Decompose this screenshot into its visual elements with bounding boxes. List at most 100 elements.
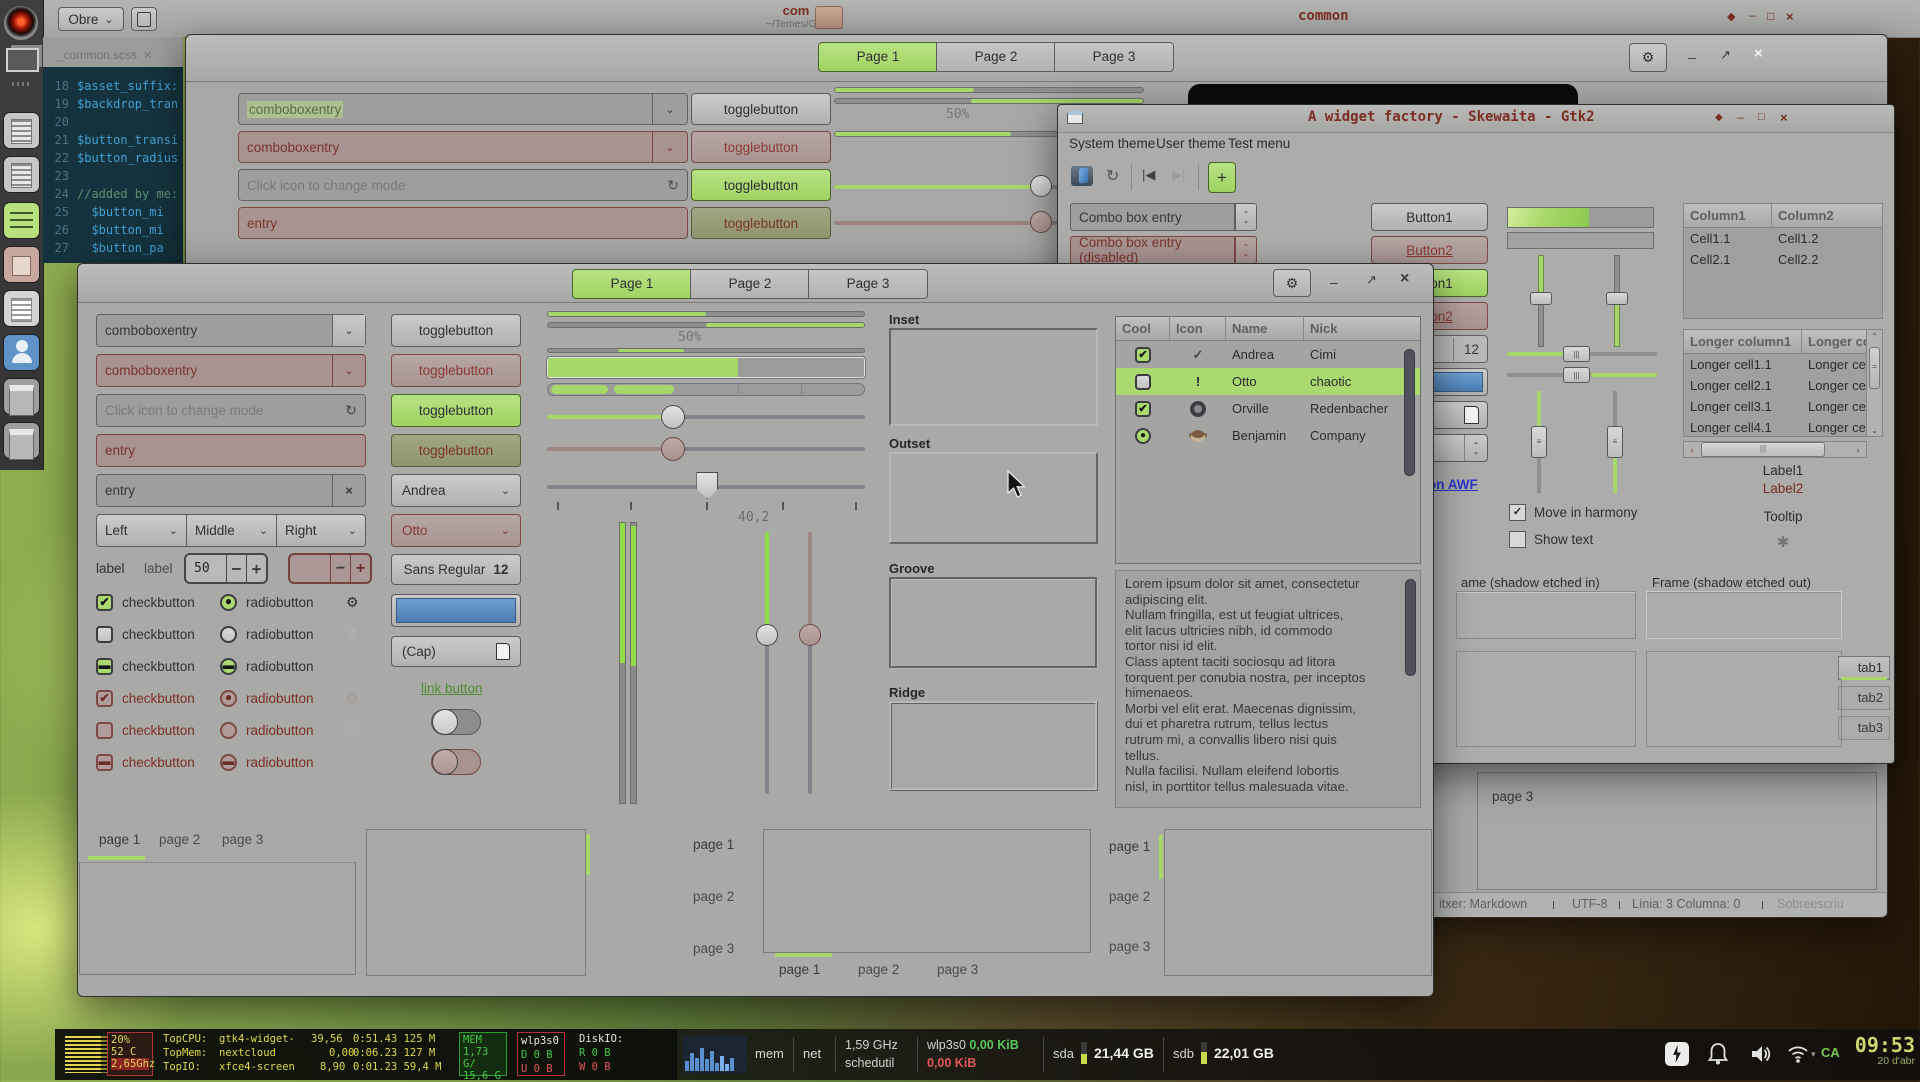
fg-comboboxentry[interactable]: comboboxentry ⌄ [96, 314, 366, 347]
vscale-knob[interactable] [1606, 292, 1628, 305]
nb-tab-page2[interactable]: page 2 [1109, 889, 1150, 904]
cell[interactable]: Cell1.1 [1684, 228, 1772, 249]
cell[interactable]: Longer cell1.1 [1684, 354, 1802, 375]
fg-tab-page2[interactable]: Page 2 [690, 269, 810, 299]
vscale-knob[interactable] [1530, 292, 1552, 305]
cell-name[interactable]: Orville [1226, 398, 1304, 419]
fg-maximize-icon[interactable]: ↗ [1366, 272, 1377, 288]
gtk2-link[interactable]: on AWF [1428, 477, 1478, 492]
cell-name[interactable]: Otto [1226, 371, 1304, 392]
nb-tab-page3[interactable]: page 3 [693, 941, 734, 956]
fg-spinbutton[interactable]: 50 − + [184, 553, 268, 584]
radio-selected[interactable]: ● [220, 594, 237, 611]
bg-tab-page3[interactable]: Page 3 [1054, 42, 1174, 72]
fg-window-header[interactable]: Page 1 Page 2 Page 3 ⚙ – ↗ × [78, 264, 1433, 303]
bg-tab-page2[interactable]: Page 2 [936, 42, 1056, 72]
nb-tab-page2[interactable]: page 2 [693, 889, 734, 904]
tab-close-icon[interactable]: ✕ [143, 49, 152, 62]
stick-window-icon[interactable]: ◆ [1715, 112, 1723, 123]
spin-value[interactable]: 50 [186, 561, 210, 576]
add-button[interactable]: + [1208, 162, 1236, 193]
network-plugin[interactable]: wlp3s0 0,00 KiB 0,00 KiB [927, 1036, 1019, 1072]
combo-arrow[interactable]: ⌄ [332, 315, 365, 346]
fg-minimize-icon[interactable]: – [1330, 274, 1338, 290]
column-header-icon[interactable]: Icon [1170, 317, 1226, 340]
tray-caret-icon[interactable]: ▾ [1811, 1049, 1816, 1060]
scroll-thumb[interactable]: ||| [1701, 442, 1825, 457]
refresh-icon[interactable]: ↻ [1106, 166, 1119, 186]
gtk2-hslider-1[interactable]: ||| [1507, 345, 1657, 363]
dock-item-invoice-2[interactable] [3, 156, 40, 193]
fg-font-button[interactable]: Sans Regular12 [391, 554, 521, 585]
lorem-text[interactable]: Lorem ipsum dolor sit amet, consectetur … [1116, 571, 1420, 799]
vslider-grip[interactable]: ≡ [1531, 426, 1547, 458]
gear-icon[interactable]: ⚙ [346, 594, 359, 611]
tree-scrollbar[interactable] [1404, 349, 1415, 476]
gtk2-vslider-2[interactable]: ≡ [1606, 391, 1624, 493]
close-icon[interactable]: × [1780, 110, 1788, 125]
fg-scale-marks[interactable] [547, 472, 865, 512]
checkbox-checked-icon[interactable]: ✓ [1509, 504, 1526, 521]
refresh-icon[interactable]: ↻ [667, 177, 679, 194]
bg-mode-entry[interactable]: Click icon to change mode ↻ [238, 169, 688, 201]
gtk2-check-harmony[interactable]: ✓ Move in harmony [1509, 504, 1638, 521]
tree-row-selected[interactable]: ! Otto chaotic [1116, 368, 1420, 395]
cpu-freq-plugin[interactable]: 1,59 GHz schedutil [845, 1036, 898, 1072]
fg-name-combo[interactable]: Andrea⌄ [391, 474, 521, 507]
bg-maximize-icon[interactable]: ↗ [1720, 47, 1731, 63]
wifi-icon[interactable] [1787, 1044, 1809, 1064]
stick-window-icon[interactable]: ◆ [1727, 10, 1735, 23]
nb-tab-page3[interactable]: page 3 [222, 832, 263, 847]
vertical-scrollbar[interactable]: ⌃ = ⌄ [1866, 330, 1882, 436]
column-header-cool[interactable]: Cool [1116, 317, 1170, 340]
text-scrollbar[interactable] [1405, 579, 1416, 676]
cell-nick[interactable]: Company [1304, 425, 1420, 446]
gtk2-vscale-left[interactable] [1530, 255, 1552, 347]
menu-test-menu[interactable]: Test menu [1228, 136, 1290, 151]
dock-handle[interactable] [12, 82, 30, 86]
spin-minus[interactable]: − [226, 555, 246, 582]
menu-system-theme[interactable]: System theme [1069, 136, 1155, 151]
bg-settings-button[interactable]: ⚙ [1629, 43, 1667, 72]
cell-nick[interactable]: Redenbacher [1304, 398, 1420, 419]
hslider-grip[interactable]: ||| [1563, 346, 1590, 362]
notification-bell-icon[interactable] [1707, 1042, 1729, 1066]
fg-scale-1[interactable] [547, 404, 865, 430]
fg-entry[interactable]: entry × [96, 474, 366, 507]
fg-treeview[interactable]: Cool Icon Name Nick ✔ ✓ Andrea Cimi ! Ot… [1115, 316, 1421, 564]
dock-item-invoice-1[interactable] [3, 112, 40, 149]
editor-code[interactable]: 18$asset_suffix: 19$backdrop_tran 20 21$… [43, 67, 183, 263]
disk-sda[interactable]: sda 21,44 GB [1053, 1042, 1154, 1064]
row-checkbox-checked[interactable]: ✔ [1135, 401, 1151, 417]
power-tray-icon[interactable] [1665, 1042, 1689, 1066]
cell[interactable]: Cell2.2 [1772, 249, 1882, 270]
editor-tab[interactable]: _common.scss ✕ [57, 43, 183, 67]
gtk2-button1[interactable]: Button1 [1371, 203, 1488, 231]
hslider-grip[interactable]: ||| [1563, 367, 1590, 383]
cell-name[interactable]: Benjamin [1226, 425, 1304, 446]
cell[interactable]: Longer cell3.1 [1684, 396, 1802, 417]
spin-plus[interactable]: + [246, 555, 266, 582]
fg-settings-button[interactable]: ⚙ [1273, 269, 1311, 297]
maximize-icon[interactable]: □ [1758, 111, 1765, 123]
scroll-left-icon[interactable]: ‹ [1684, 445, 1700, 455]
gtk2-check-showtext[interactable]: Show text [1509, 531, 1593, 548]
menu-user-theme[interactable]: User theme [1156, 136, 1226, 151]
bg-togglebutton-3[interactable]: togglebutton [691, 169, 831, 201]
gtk2-side-tab2[interactable]: tab2 [1838, 686, 1890, 710]
fg-file-button[interactable]: (Cap) [391, 636, 521, 667]
gtk2-vslider-1[interactable]: ≡ [1530, 391, 1548, 493]
vscale-knob[interactable] [756, 624, 778, 646]
cell[interactable]: Longer cell4.1 [1684, 417, 1802, 437]
bg-close-icon[interactable]: × [1754, 45, 1763, 62]
clock[interactable]: 09:53 20 d'abr [1843, 1033, 1915, 1067]
column-header[interactable]: Column1 [1684, 204, 1772, 227]
cell-nick[interactable]: chaotic [1304, 371, 1420, 392]
tree-row[interactable]: ✔ ✓ Andrea Cimi [1116, 341, 1420, 368]
bg-minimize-icon[interactable]: – [1688, 49, 1696, 65]
cell[interactable]: Cell2.1 [1684, 249, 1772, 270]
checkbox-checked[interactable]: ✔ [96, 594, 113, 611]
dock-item-widget-factory-active[interactable] [3, 202, 40, 239]
skip-backward-icon[interactable]: |◀ [1142, 167, 1155, 183]
cell-name[interactable]: Andrea [1226, 344, 1304, 365]
